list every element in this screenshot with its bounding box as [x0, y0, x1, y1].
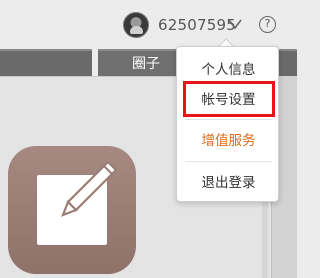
menu-item-label: 个人信息: [201, 62, 256, 78]
tab-unlabeled[interactable]: [0, 49, 92, 76]
highlight-box: [183, 81, 275, 117]
menu-item-logout[interactable]: 退出登录: [177, 168, 280, 198]
menu-divider: [185, 119, 272, 120]
menu-item-premium-services[interactable]: 增值服务: [177, 126, 280, 156]
menu-divider: [185, 161, 272, 162]
user-avatar[interactable]: [123, 12, 149, 38]
help-icon[interactable]: ?: [259, 16, 276, 33]
app-window: 62507595 ? 圈子 我聊: [0, 0, 297, 278]
help-glyph: ?: [264, 17, 271, 30]
chevron-down-icon[interactable]: [228, 18, 242, 30]
top-bar: 62507595 ?: [0, 0, 297, 46]
note-edit-icon: [61, 160, 118, 217]
user-id-label[interactable]: 62507595: [158, 15, 236, 35]
menu-item-label: 退出登录: [201, 175, 256, 191]
tab-label: 圈子: [132, 56, 160, 72]
note-app-tile[interactable]: [8, 146, 136, 274]
user-menu: 个人信息 帐号设置 增值服务 退出登录: [176, 46, 279, 202]
menu-item-label: 增值服务: [201, 133, 256, 149]
